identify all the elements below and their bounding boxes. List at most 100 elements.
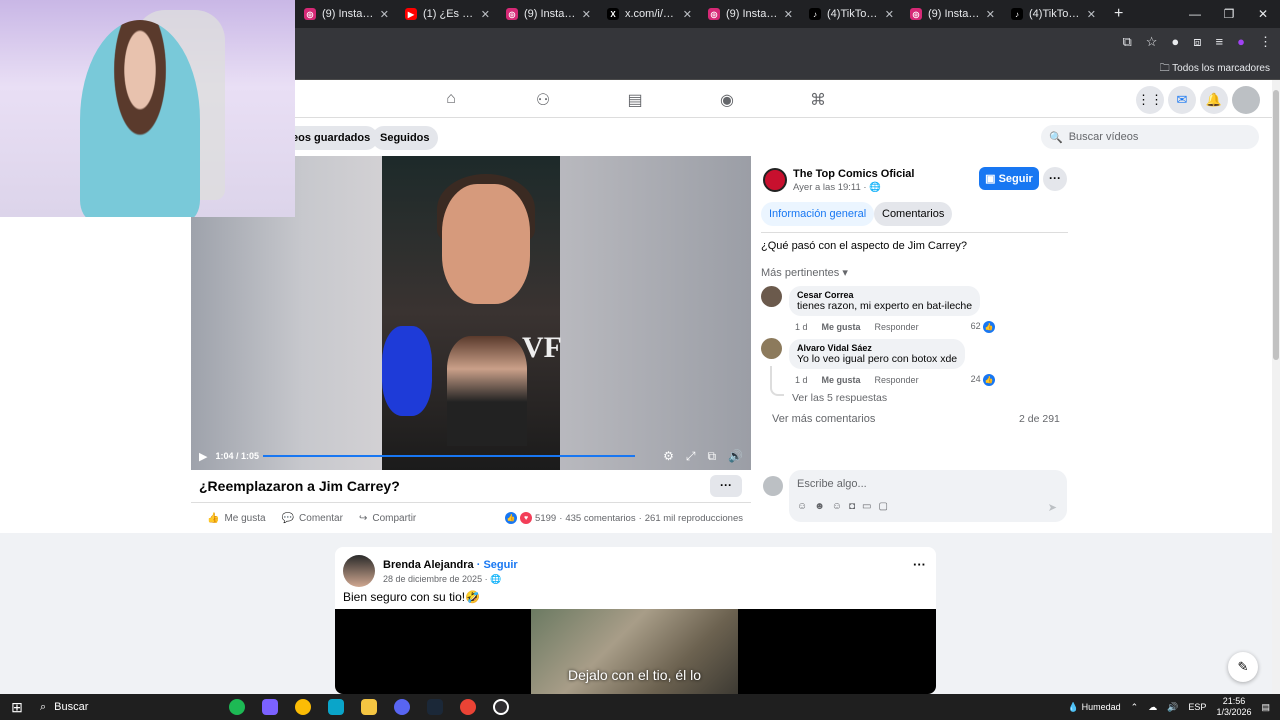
steam-icon[interactable] bbox=[418, 694, 451, 720]
sticker-icon[interactable]: ▢ bbox=[878, 501, 887, 512]
comment-reply-button[interactable]: Responder bbox=[875, 322, 919, 332]
file-explorer-icon[interactable] bbox=[352, 694, 385, 720]
video-search-input[interactable]: 🔍 Buscar vídeos bbox=[1041, 125, 1259, 149]
browser-tab[interactable]: ♪(4)TikTok - Ma...✕ bbox=[1003, 0, 1104, 28]
tab-comments[interactable]: Comentarios bbox=[874, 202, 953, 226]
spotify-icon[interactable] bbox=[220, 694, 253, 720]
browser-tab[interactable]: ◎(9) Instagram✕ bbox=[498, 0, 599, 28]
close-tab-icon[interactable]: ✕ bbox=[683, 8, 692, 21]
close-window-icon[interactable]: ✕ bbox=[1246, 7, 1280, 21]
close-tab-icon[interactable]: ✕ bbox=[885, 8, 894, 21]
comment-reply-button[interactable]: Responder bbox=[875, 375, 919, 385]
close-tab-icon[interactable]: ✕ bbox=[1087, 8, 1096, 21]
app-icon[interactable] bbox=[253, 694, 286, 720]
browser-tab[interactable]: Xx.com/i/status/...✕ bbox=[599, 0, 700, 28]
clock[interactable]: 21:56 1/3/2026 bbox=[1216, 696, 1251, 718]
home-icon[interactable]: ⌂ bbox=[441, 90, 461, 110]
like-button[interactable]: 👍 Me gusta bbox=[207, 513, 266, 524]
video-more-button[interactable]: ··· bbox=[710, 475, 742, 497]
play-icon[interactable]: ▶ bbox=[199, 450, 207, 463]
scrollbar[interactable] bbox=[1272, 80, 1280, 694]
share-button[interactable]: ↪ Compartir bbox=[359, 513, 416, 524]
post-more-icon[interactable]: ··· bbox=[913, 557, 926, 572]
send-icon[interactable]: ➤ bbox=[1048, 501, 1057, 514]
install-app-icon[interactable]: ⧉ bbox=[1122, 34, 1131, 50]
profile-icon[interactable]: ● bbox=[1237, 34, 1245, 50]
page-name[interactable]: The Top Comics Oficial bbox=[793, 168, 914, 180]
extension-color-icon[interactable]: ● bbox=[1171, 34, 1179, 50]
see-replies-link[interactable]: Ver las 5 respuestas bbox=[792, 392, 887, 404]
app-icon[interactable] bbox=[319, 694, 352, 720]
comment-button[interactable]: 💬 Comentar bbox=[282, 513, 343, 524]
notification-icon[interactable]: ▤ bbox=[1261, 702, 1270, 713]
camera-icon[interactable]: ◘ bbox=[849, 501, 855, 512]
fullscreen-icon[interactable]: ⤢ bbox=[686, 449, 696, 464]
close-tab-icon[interactable]: ✕ bbox=[784, 8, 793, 21]
browser-tab[interactable]: ▶(1) ¿Es el origi...✕ bbox=[397, 0, 498, 28]
commenter-avatar[interactable] bbox=[761, 286, 782, 307]
emoji-icon[interactable]: ☻ bbox=[814, 501, 825, 512]
minimize-icon[interactable]: — bbox=[1178, 7, 1212, 21]
new-tab-icon[interactable]: + bbox=[1104, 5, 1133, 23]
follow-button[interactable]: ▣ Seguir bbox=[979, 167, 1039, 190]
friends-icon[interactable]: ⚇ bbox=[533, 90, 553, 110]
weather-widget[interactable]: 💧 Humedad bbox=[1068, 702, 1121, 713]
settings-icon[interactable]: ⚙ bbox=[663, 449, 674, 464]
comment-reactions[interactable]: 62 👍 bbox=[971, 321, 996, 333]
comment-reactions[interactable]: 24 👍 bbox=[971, 374, 996, 386]
author-avatar[interactable] bbox=[343, 555, 375, 587]
bookmark-star-icon[interactable]: ☆ bbox=[1146, 34, 1158, 50]
page-more-button[interactable]: ··· bbox=[1043, 167, 1067, 191]
new-message-button[interactable]: ✎ bbox=[1228, 652, 1258, 682]
gif-icon[interactable]: ▭ bbox=[862, 501, 871, 512]
sort-dropdown[interactable]: Más pertinentes ▾ bbox=[761, 266, 848, 279]
chrome-icon[interactable] bbox=[286, 694, 319, 720]
menu-grid-icon[interactable]: ⋮⋮ bbox=[1136, 86, 1164, 114]
browser-tab[interactable]: ♪(4)TikTok - Ma...✕ bbox=[801, 0, 902, 28]
browser-tab[interactable]: ◎(9) Instagram✕ bbox=[700, 0, 801, 28]
post-follow-link[interactable]: · Seguir bbox=[477, 559, 518, 571]
reaction-count[interactable]: 5199 bbox=[535, 513, 556, 524]
groups-icon[interactable]: ◉ bbox=[717, 90, 737, 110]
gaming-icon[interactable]: ⌘ bbox=[808, 90, 828, 110]
marketplace-icon[interactable]: ▤ bbox=[625, 90, 645, 110]
messenger-icon[interactable]: ✉ bbox=[1168, 86, 1196, 114]
see-more-comments-link[interactable]: Ver más comentarios bbox=[772, 413, 875, 425]
language-indicator[interactable]: ESP bbox=[1188, 702, 1206, 712]
wifi-icon[interactable]: ☁ bbox=[1148, 702, 1157, 713]
windows-start-icon[interactable]: ⊞ bbox=[0, 699, 34, 716]
browser-tab[interactable]: ◎(9) Instagram✕ bbox=[296, 0, 397, 28]
discord-icon[interactable] bbox=[385, 694, 418, 720]
account-avatar[interactable] bbox=[1232, 86, 1260, 114]
comment-input[interactable]: Escribe algo... ☺ ☻ ☺ ◘ ▭ ▢ ➤ bbox=[789, 470, 1067, 522]
scrollbar-thumb[interactable] bbox=[1273, 90, 1279, 360]
comment-like-button[interactable]: Me gusta bbox=[822, 375, 861, 385]
volume-icon[interactable]: 🔊 bbox=[728, 449, 743, 464]
tab-general-info[interactable]: Información general bbox=[761, 202, 875, 226]
saved-videos-tab[interactable]: eos guardados bbox=[284, 126, 379, 150]
close-tab-icon[interactable]: ✕ bbox=[481, 8, 490, 21]
comment-count[interactable]: 435 comentarios bbox=[565, 513, 635, 524]
taskbar-search[interactable]: ⌕ Buscar bbox=[34, 701, 220, 714]
extensions-icon[interactable]: ⧈ bbox=[1193, 34, 1201, 50]
page-avatar[interactable] bbox=[763, 168, 787, 192]
smiley-icon[interactable]: ☺ bbox=[832, 501, 842, 512]
chrome-icon[interactable] bbox=[451, 694, 484, 720]
post-video[interactable]: Dejalo con el tio, él lo bbox=[335, 609, 936, 694]
commenter-avatar[interactable] bbox=[761, 338, 782, 359]
close-tab-icon[interactable]: ✕ bbox=[380, 8, 389, 21]
progress-bar[interactable] bbox=[263, 455, 636, 457]
avatar-sticker-icon[interactable]: ☺ bbox=[797, 501, 807, 512]
obs-icon[interactable] bbox=[484, 694, 517, 720]
volume-icon[interactable]: 🔊 bbox=[1167, 702, 1178, 713]
pip-icon[interactable]: ⧉ bbox=[707, 449, 716, 464]
close-tab-icon[interactable]: ✕ bbox=[986, 8, 995, 21]
menu-icon[interactable]: ⋮ bbox=[1259, 34, 1272, 50]
close-tab-icon[interactable]: ✕ bbox=[582, 8, 591, 21]
browser-tab[interactable]: ◎(9) Instagram✕ bbox=[902, 0, 1003, 28]
all-bookmarks-link[interactable]: 🗀 Todos los marcadores bbox=[1160, 61, 1270, 78]
restore-icon[interactable]: ❐ bbox=[1212, 7, 1246, 21]
following-tab[interactable]: Seguidos bbox=[372, 126, 438, 150]
tray-chevron-icon[interactable]: ⌃ bbox=[1131, 702, 1139, 713]
media-icon[interactable]: ≡ bbox=[1216, 34, 1224, 50]
